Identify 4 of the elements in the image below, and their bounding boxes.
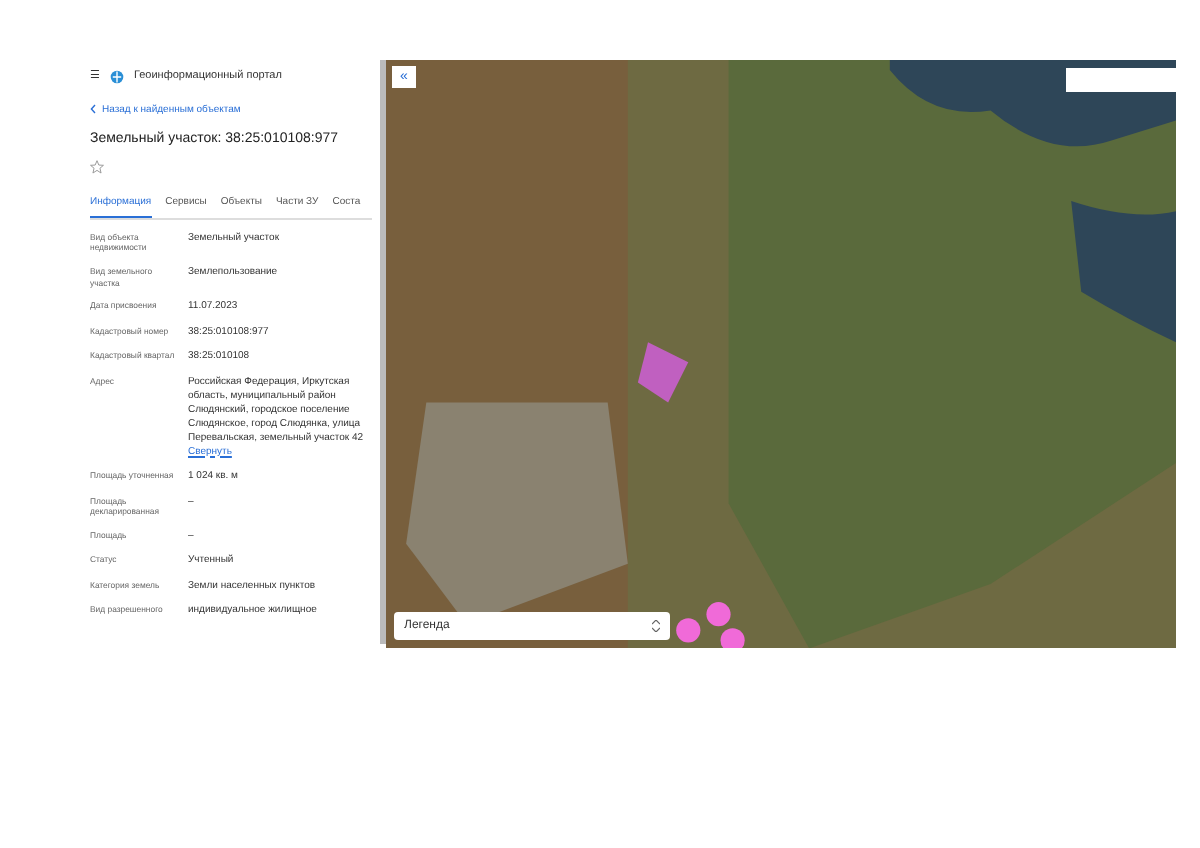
sort-caret-icon xyxy=(652,620,660,632)
star-icon[interactable] xyxy=(90,160,104,175)
chevron-left-icon xyxy=(90,104,96,115)
search-field[interactable] xyxy=(1066,68,1176,92)
